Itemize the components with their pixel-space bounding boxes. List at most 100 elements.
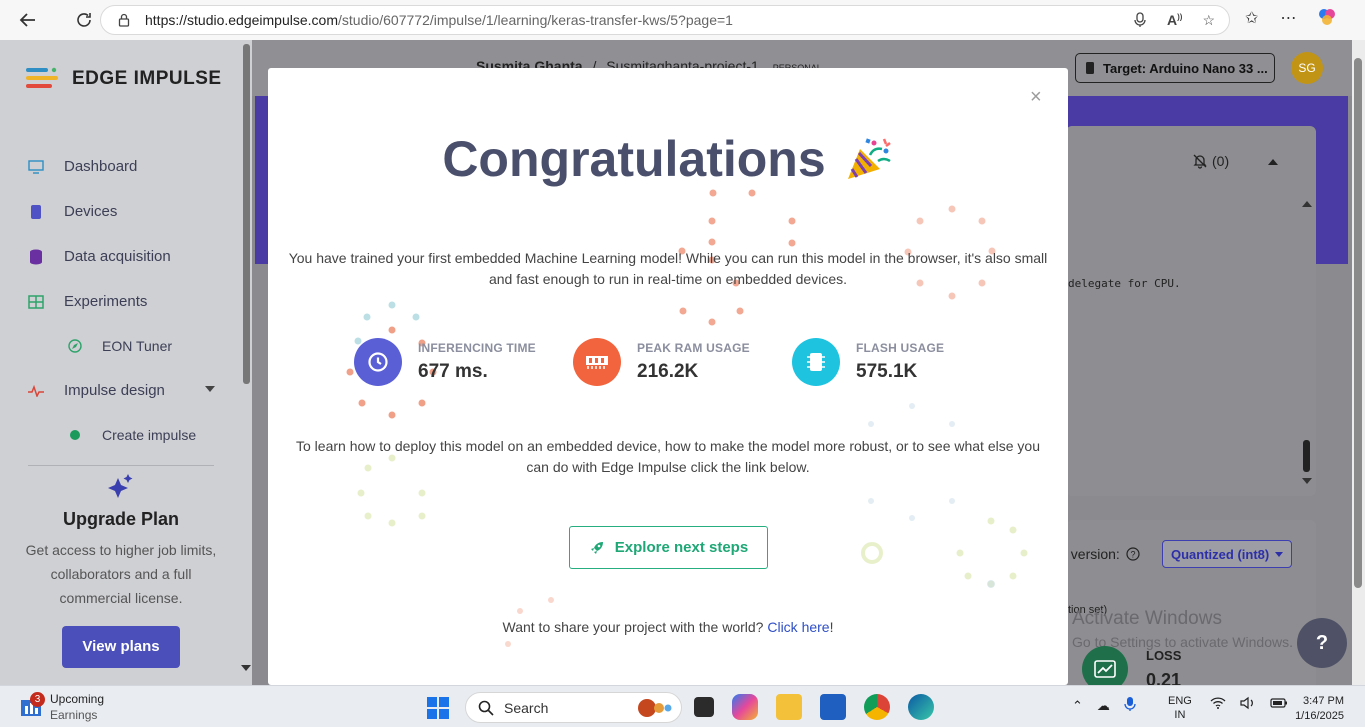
clock-icon bbox=[354, 338, 402, 386]
sidebar-item-eon-tuner[interactable]: EON Tuner bbox=[0, 324, 240, 368]
chevron-down-icon[interactable] bbox=[205, 386, 215, 392]
upgrade-panel: Upgrade Plan Get access to higher job li… bbox=[14, 472, 228, 668]
log-scrollbar[interactable] bbox=[1303, 440, 1310, 472]
target-device-button[interactable]: Target: Arduino Nano 33 ... bbox=[1075, 53, 1275, 83]
quick-settings[interactable] bbox=[1210, 696, 1288, 713]
widgets-button[interactable]: 3 Upcoming Earnings bbox=[20, 692, 104, 722]
sidebar-item-label: Experiments bbox=[64, 293, 148, 310]
copilot-app-icon[interactable] bbox=[732, 694, 758, 720]
modal-learn-text: To learn how to deploy this model on an … bbox=[296, 438, 1040, 475]
sidebar-item-label: Impulse design bbox=[64, 382, 165, 399]
table-icon bbox=[27, 294, 45, 309]
search-placeholder: Search bbox=[504, 699, 549, 716]
page-scrollbar[interactable] bbox=[1352, 40, 1365, 685]
microphone-icon[interactable] bbox=[1133, 12, 1147, 31]
close-icon[interactable]: × bbox=[1030, 86, 1042, 109]
wifi-icon bbox=[1210, 696, 1226, 713]
search-highlight-icon bbox=[638, 698, 672, 717]
chip-icon bbox=[27, 204, 45, 220]
database-icon bbox=[27, 249, 45, 265]
url-path: /studio/607772/impulse/1/learning/keras-… bbox=[338, 12, 733, 28]
stat-value: 216.2K bbox=[637, 361, 699, 382]
volume-icon bbox=[1240, 696, 1256, 713]
explore-next-steps-button[interactable]: Explore next steps bbox=[569, 526, 768, 569]
sidebar-item-label: Create impulse bbox=[102, 427, 197, 443]
scroll-down-icon[interactable] bbox=[241, 665, 251, 671]
scroll-down-icon[interactable] bbox=[1302, 478, 1312, 484]
clock[interactable]: 3:47 PM 1/16/2025 bbox=[1288, 694, 1344, 724]
taskbar-apps bbox=[694, 694, 934, 720]
cloud-off-icon[interactable]: ☁ bbox=[1097, 698, 1110, 714]
avatar[interactable]: SG bbox=[1291, 52, 1323, 84]
favorite-star-icon[interactable]: ☆ bbox=[1202, 12, 1215, 31]
target-label: Target: Arduino Nano 33 ... bbox=[1103, 60, 1268, 76]
modal-title: Congratulations bbox=[268, 130, 1068, 188]
compass-icon bbox=[66, 339, 84, 353]
modal-title-text: Congratulations bbox=[442, 131, 826, 187]
clock-time: 3:47 PM bbox=[1303, 695, 1344, 707]
sidebar-item-experiments[interactable]: Experiments bbox=[0, 279, 240, 324]
stat-flash-usage: FLASH USAGE 575.1K bbox=[792, 338, 944, 386]
modal-intro-text: You have trained your first embedded Mac… bbox=[288, 250, 1048, 287]
file-explorer-icon[interactable] bbox=[776, 694, 802, 720]
chip-icon bbox=[792, 338, 840, 386]
windows-start-icon[interactable] bbox=[427, 697, 449, 724]
sidebar-item-data-acquisition[interactable]: Data acquisition bbox=[0, 234, 240, 279]
edge-icon[interactable] bbox=[908, 694, 934, 720]
explore-button-label: Explore next steps bbox=[614, 539, 749, 556]
stat-value: 575.1K bbox=[856, 361, 918, 382]
task-view-icon[interactable] bbox=[694, 697, 714, 717]
stat-label: INFERENCING TIME bbox=[418, 341, 536, 355]
upgrade-description: Get access to higher job limits, collabo… bbox=[25, 542, 217, 606]
back-icon[interactable] bbox=[12, 4, 44, 36]
model-version-select[interactable]: Quantized (int8) bbox=[1162, 540, 1292, 568]
chevron-up-icon[interactable]: ⌃ bbox=[1072, 698, 1083, 714]
sidebar-scrollbar[interactable] bbox=[243, 44, 250, 384]
stat-value: 677 ms. bbox=[418, 361, 488, 382]
lang-top: ENG bbox=[1168, 695, 1192, 707]
sidebar-item-label: Data acquisition bbox=[64, 248, 171, 265]
edge-impulse-logo-icon bbox=[26, 67, 58, 88]
chart-line-icon bbox=[1082, 646, 1128, 685]
lang-bottom: IN bbox=[1174, 709, 1186, 721]
help-circle-icon[interactable]: ? bbox=[1126, 547, 1140, 561]
chevron-down-icon bbox=[1275, 551, 1284, 557]
view-plans-button[interactable]: View plans bbox=[62, 626, 180, 668]
logo[interactable]: EDGE IMPULSE bbox=[26, 66, 222, 92]
lock-icon bbox=[118, 13, 130, 27]
scroll-up-icon[interactable] bbox=[1302, 201, 1312, 207]
chevron-up-icon[interactable] bbox=[1268, 159, 1278, 165]
page-scrollbar-thumb[interactable] bbox=[1354, 58, 1362, 588]
status-dot-icon bbox=[66, 429, 84, 441]
sidebar-item-devices[interactable]: Devices bbox=[0, 189, 240, 234]
share-link[interactable]: Click here bbox=[767, 619, 829, 635]
share-prompt: Want to share your project with the worl… bbox=[502, 619, 764, 635]
upgrade-title: Upgrade Plan bbox=[62, 509, 180, 529]
language-indicator[interactable]: ENG IN bbox=[1168, 694, 1192, 722]
notification-badge: 3 bbox=[30, 692, 45, 707]
read-aloud-icon[interactable]: A)) bbox=[1167, 12, 1182, 31]
model-stats: INFERENCING TIME 677 ms. PEAK RAM USAGE … bbox=[354, 338, 994, 390]
sidebar-item-impulse-design[interactable]: Impulse design bbox=[0, 368, 240, 413]
taskbar-search[interactable]: Search bbox=[465, 692, 682, 723]
chrome-icon[interactable] bbox=[864, 694, 890, 720]
sidebar-item-dashboard[interactable]: Dashboard bbox=[0, 144, 240, 189]
logo-text: EDGE IMPULSE bbox=[72, 68, 222, 89]
sidebar-item-create-impulse[interactable]: Create impulse bbox=[0, 413, 240, 457]
stat-label: FLASH USAGE bbox=[856, 341, 945, 355]
windows-taskbar: 3 Upcoming Earnings Search ⌃ ☁ ENG IN 3:… bbox=[0, 685, 1365, 727]
help-button[interactable]: ? bbox=[1297, 618, 1347, 668]
notifications-toggle[interactable]: (0) bbox=[1192, 153, 1229, 169]
activate-windows-title: Activate Windows bbox=[1072, 608, 1222, 629]
microphone-icon[interactable] bbox=[1124, 696, 1136, 715]
favorites-icon[interactable]: ✩ bbox=[1245, 8, 1258, 31]
refresh-icon[interactable] bbox=[68, 4, 100, 36]
sidebar-item-label: Dashboard bbox=[64, 158, 138, 175]
log-line: delegate for CPU. bbox=[1068, 277, 1181, 290]
model-version-value: Quantized (int8) bbox=[1171, 546, 1270, 562]
store-icon[interactable] bbox=[820, 694, 846, 720]
widget-title: Upcoming bbox=[50, 692, 105, 706]
more-icon[interactable]: ⋯ bbox=[1280, 8, 1296, 31]
copilot-icon[interactable] bbox=[1318, 8, 1336, 31]
address-bar[interactable]: https://studio.edgeimpulse.com/studio/60… bbox=[100, 5, 1230, 35]
